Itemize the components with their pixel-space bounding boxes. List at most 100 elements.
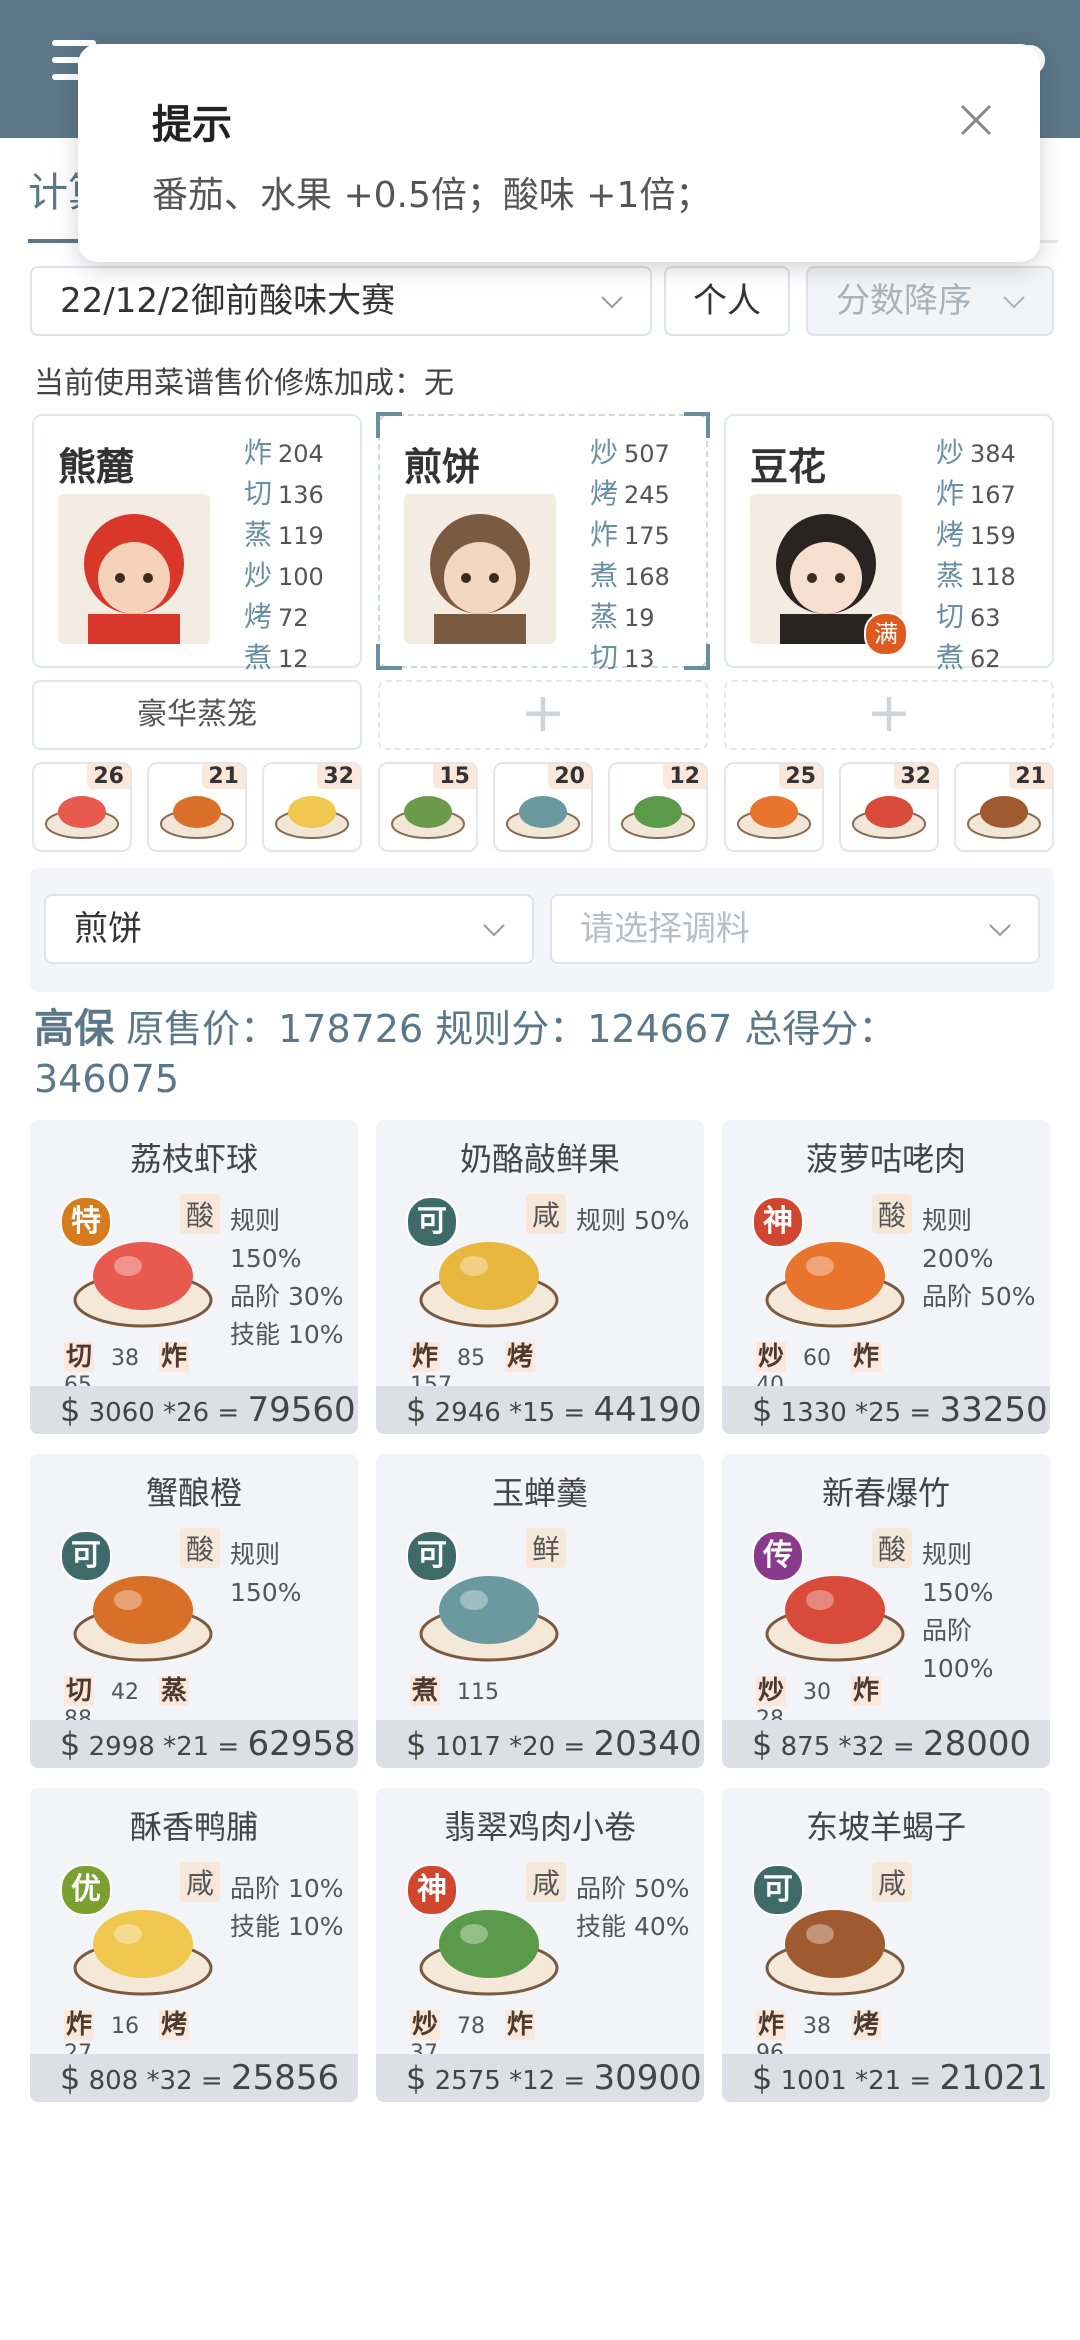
req-skill-type: 炸	[64, 2010, 95, 2040]
dish-modifiers: 规则 50%	[576, 1202, 690, 1240]
skill-type: 煮	[244, 641, 273, 674]
quantity: *26	[163, 1398, 210, 1428]
dish-card[interactable]: 奶酪敲鲜果可咸规则 50%炸 85烤 157$ 2946 *15 = 44190	[376, 1120, 704, 1434]
sort-select[interactable]: 分数降序	[806, 266, 1054, 336]
req-skill-value: 85	[457, 1346, 486, 1371]
score-label: 高保	[34, 1006, 114, 1052]
chef-card[interactable]: 煎饼炒 507 烤 245 炸 175 煮 168 蒸 19 切 13	[376, 412, 710, 674]
skill-type: 煮	[936, 641, 965, 674]
skill-requirements: 切 42蒸 88	[64, 1670, 254, 1732]
chef-card[interactable]: 熊麓炸 204 切 136 蒸 119 炒 100 烤 72 煮 12	[32, 414, 362, 674]
req-skill-type: 烤	[159, 2010, 190, 2040]
skill-type: 炸	[590, 518, 619, 551]
dish-card[interactable]: 蟹酿橙可酸规则 150%切 42蒸 88$ 2998 *21 = 62958	[30, 1454, 358, 1768]
dish-modifier: 技能 40%	[576, 1912, 690, 1941]
assigned-dish-thumb[interactable]: 32	[262, 762, 362, 852]
dish-card[interactable]: 东坡羊蝎子可咸炸 38烤 96$ 1001 *21 = 21021	[722, 1788, 1050, 2102]
skill-value: 384	[970, 440, 1016, 468]
assigned-dish-thumb[interactable]: 25	[724, 762, 824, 852]
unit-price: 808	[88, 2066, 139, 2096]
chef-avatar	[404, 494, 556, 644]
skill-type: 切	[590, 641, 619, 674]
equip-slot-3-add[interactable]: +	[724, 680, 1054, 750]
dish-name: 翡翠鸡肉小卷	[443, 1808, 636, 1846]
price-row: $ 2575 *12 = 30900	[376, 2054, 704, 2102]
skill-value: 63	[970, 604, 1001, 632]
chevron-down-icon	[483, 924, 505, 937]
quantity: *25	[855, 1398, 902, 1428]
assigned-dish-thumb[interactable]: 32	[839, 762, 939, 852]
selection-corner	[376, 412, 402, 438]
score-text: 原售价：178726 规则分：124667 总得分：346075	[34, 1007, 897, 1101]
skill-requirements: 炸 38烤 96	[756, 2004, 946, 2066]
dish-total: 33250	[939, 1390, 1048, 1430]
dish-count: 25	[779, 764, 822, 789]
max-badge: 满	[864, 612, 908, 656]
skill-value: 118	[970, 563, 1016, 591]
unit-price: 2575	[434, 2066, 501, 2096]
chef-name: 豆花	[750, 445, 827, 489]
assigned-dish-thumb[interactable]: 12	[608, 762, 708, 852]
quantity: *32	[838, 1732, 885, 1762]
skill-type: 烤	[936, 518, 965, 551]
equip-slot-2-add[interactable]: +	[378, 680, 708, 750]
skill-requirement: 炒 60	[756, 1342, 841, 1372]
skill-type: 炒	[590, 436, 619, 469]
chef-select[interactable]: 煎饼	[44, 894, 534, 964]
dish-total: 62958	[247, 1724, 356, 1764]
rank-badge: 传	[752, 1530, 804, 1582]
condiment-select[interactable]: 请选择调料	[550, 894, 1040, 964]
dish-count: 12	[663, 764, 706, 789]
sort-value: 分数降序	[836, 281, 972, 321]
dish-modifier: 规则 150%	[230, 1540, 302, 1607]
skill-requirements: 切 38炸 65	[64, 1336, 254, 1398]
req-skill-type: 切	[64, 1342, 95, 1372]
flavor-tag: 咸	[872, 1862, 913, 1902]
assigned-dish-thumb[interactable]: 21	[147, 762, 247, 852]
dish-name: 荔枝虾球	[129, 1140, 258, 1178]
mode-button[interactable]: 个人	[664, 266, 790, 336]
skill-type: 切	[244, 477, 273, 510]
dollar-icon: $	[752, 1725, 773, 1763]
dish-card[interactable]: 玉蝉羹可 鲜煮 115 $ 1017 *20 = 20340	[376, 1454, 704, 1768]
dish-total: 21021	[939, 2058, 1048, 2098]
chef-card[interactable]: 豆花炒 384 炸 167 烤 159 蒸 118 切 63 煮 62 满	[724, 414, 1054, 674]
skill-row: 炸 175	[590, 514, 700, 555]
chef-avatar	[58, 494, 210, 644]
flavor-tag: 咸	[180, 1862, 221, 1902]
dish-card[interactable]: 菠萝咕咾肉神酸规则 200%品阶 50%炒 60炸 40$ 1330 *25 =…	[722, 1120, 1050, 1434]
equip-slot-1[interactable]: 豪华蒸笼	[32, 680, 362, 750]
dish-card[interactable]: 翡翠鸡肉小卷神咸品阶 50%技能 40%炒 78炸 37$ 2575 *12 =…	[376, 1788, 704, 2102]
skill-value: 12	[278, 645, 309, 673]
price-row: $ 1330 *25 = 33250	[722, 1386, 1050, 1434]
assigned-dish-thumb[interactable]: 15	[378, 762, 478, 852]
dish-modifier: 品阶 50%	[576, 1874, 690, 1903]
dish-card[interactable]: 酥香鸭脯优咸品阶 10%技能 10%炸 16烤 27$ 808 *32 = 25…	[30, 1788, 358, 2102]
dish-card[interactable]: 荔枝虾球特酸规则 150%品阶 30%技能 10%切 38炸 65$ 3060 …	[30, 1120, 358, 1434]
rank-badge: 可	[60, 1530, 112, 1582]
flavor-tag: 鲜	[526, 1528, 567, 1568]
skill-row: 烤 159	[936, 514, 1046, 555]
skill-value: 19	[624, 604, 655, 632]
skill-value: 13	[624, 645, 655, 673]
req-skill-type: 炒	[410, 2010, 441, 2040]
assigned-dish-thumb[interactable]: 20	[493, 762, 593, 852]
skill-type: 蒸	[590, 600, 619, 633]
skill-requirement: 炸 85	[410, 1342, 495, 1372]
dish-modifier: 品阶 30%	[230, 1282, 344, 1311]
unit-price: 1001	[780, 2066, 847, 2096]
rank-badge: 神	[752, 1196, 804, 1248]
req-skill-type: 炒	[756, 1676, 787, 1706]
dish-count: 26	[87, 764, 130, 789]
skill-requirement: 炒 78	[410, 2010, 495, 2040]
assigned-dish-thumb[interactable]: 26	[32, 762, 132, 852]
dish-name: 菠萝咕咾肉	[805, 1140, 966, 1178]
dollar-icon: $	[752, 1391, 773, 1429]
flavor-tag: 酸	[180, 1194, 221, 1234]
contest-select[interactable]: 22/12/2御前酸味大赛	[30, 266, 652, 336]
dish-card[interactable]: 新春爆竹传酸规则 150%品阶 100%炒 30炸 28$ 875 *32 = …	[722, 1454, 1050, 1768]
dish-total: 25856	[230, 2058, 340, 2098]
close-icon[interactable]	[956, 100, 996, 140]
dish-total: 20340	[593, 1724, 702, 1764]
assigned-dish-thumb[interactable]: 21	[954, 762, 1054, 852]
